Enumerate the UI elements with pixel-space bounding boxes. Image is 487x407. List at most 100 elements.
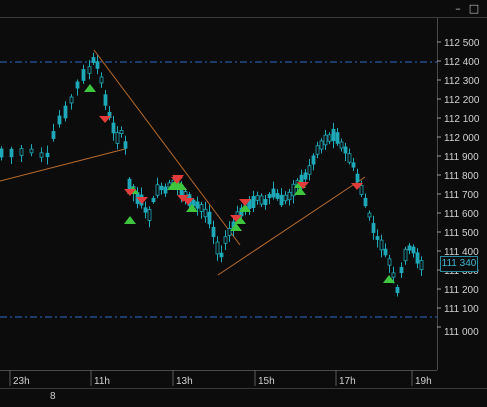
candle-body	[219, 252, 224, 258]
candle-body	[419, 260, 424, 270]
candle-body	[45, 152, 50, 158]
price-label: 112 000	[444, 133, 480, 144]
candle-body	[263, 198, 268, 206]
candle-body	[103, 94, 108, 106]
price-label: 111 200	[444, 285, 479, 296]
price-label: 112 100	[444, 114, 480, 125]
candle-body	[391, 272, 396, 278]
candle-body	[319, 140, 324, 150]
minimize-button[interactable]: –	[452, 3, 464, 15]
candle-body	[123, 141, 128, 149]
candle-body	[315, 145, 320, 155]
time-label: 13h	[176, 376, 193, 387]
candle-body	[215, 241, 220, 255]
price-axis[interactable]: 112 500 112 400 112 300 112 200 112 100 …	[437, 38, 480, 338]
candle-body	[29, 148, 34, 154]
candle-body	[0, 148, 4, 158]
candle-body	[375, 236, 380, 240]
price-label: 111 000	[444, 327, 479, 338]
candle-body	[307, 165, 312, 175]
time-label: 17h	[339, 376, 356, 387]
candle-body	[271, 188, 276, 198]
price-chart[interactable]: 112 500 112 400 112 300 112 200 112 100 …	[0, 0, 487, 406]
candle-body	[63, 105, 68, 119]
time-axis[interactable]: 23h 11h 13h 15h 17h 19h	[9, 370, 432, 387]
price-label: 112 300	[444, 76, 480, 87]
price-label: 112 500	[444, 38, 480, 49]
status-value: 8	[50, 391, 56, 402]
candle-body	[227, 228, 232, 236]
candle-body	[399, 266, 404, 274]
candle-body	[119, 129, 124, 135]
candle-body	[69, 96, 74, 104]
candle-body	[151, 197, 156, 203]
candle-body	[331, 128, 336, 142]
candle-body	[291, 183, 296, 197]
candle-body	[415, 252, 420, 264]
candle-body	[19, 148, 24, 156]
candle-body	[159, 185, 164, 191]
candle-body	[143, 207, 148, 213]
candle-body	[311, 155, 316, 165]
candle-body	[327, 134, 332, 142]
candle-body	[339, 141, 344, 149]
price-label: 111 900	[444, 152, 479, 163]
candle-body	[359, 185, 364, 195]
price-label: 112 400	[444, 57, 480, 68]
price-label: 111 500	[444, 228, 479, 239]
candle-body	[383, 248, 388, 256]
candle-body	[335, 132, 340, 144]
maximize-button[interactable]: □	[468, 3, 480, 15]
candle-body	[343, 146, 348, 154]
candle-body	[395, 286, 400, 294]
candle-body	[155, 184, 160, 196]
candle-body	[111, 122, 116, 134]
current-price-label: 111 340	[440, 256, 478, 272]
candle-body	[163, 186, 168, 194]
time-label: 23h	[13, 376, 30, 387]
candle-body	[251, 196, 256, 208]
candle-body	[147, 209, 152, 221]
candle-body	[275, 193, 280, 199]
candle-body	[91, 57, 96, 63]
candle-body	[211, 226, 216, 238]
candle-body	[347, 153, 352, 163]
candle-body	[87, 66, 92, 74]
candle-body	[411, 246, 416, 254]
time-label: 15h	[258, 376, 275, 387]
candle-body	[279, 194, 284, 206]
status-bar: 8	[0, 388, 487, 407]
candle-body	[363, 197, 368, 207]
candle-body	[75, 81, 80, 89]
candle-body	[407, 245, 412, 251]
candle-body	[99, 76, 104, 84]
candle-body	[57, 115, 62, 125]
price-label: 111 600	[444, 209, 479, 220]
candle-body	[355, 173, 360, 183]
candle-body	[115, 132, 120, 144]
candle-body	[367, 212, 372, 218]
candle-body	[303, 172, 308, 180]
candle-body	[351, 162, 356, 168]
candle-body	[287, 191, 292, 201]
candle-body	[195, 201, 200, 209]
candle-body	[403, 248, 408, 262]
candle-body	[255, 195, 260, 201]
price-label: 111 800	[444, 171, 479, 182]
price-label: 111 100	[444, 304, 479, 315]
candle-body	[371, 223, 376, 233]
candle-body	[9, 148, 14, 158]
time-label: 11h	[94, 376, 110, 387]
time-label: 19h	[415, 376, 432, 387]
candle-body	[207, 211, 212, 225]
candle-body	[199, 204, 204, 212]
candle-body	[267, 193, 272, 199]
price-label: 111 700	[444, 190, 479, 201]
candle-body	[81, 69, 86, 81]
price-label: 112 200	[444, 95, 480, 106]
candle-body	[223, 236, 228, 244]
candle-body	[379, 239, 384, 251]
candle-body	[203, 208, 208, 218]
candle-body	[51, 131, 56, 139]
candle-body	[283, 194, 288, 202]
